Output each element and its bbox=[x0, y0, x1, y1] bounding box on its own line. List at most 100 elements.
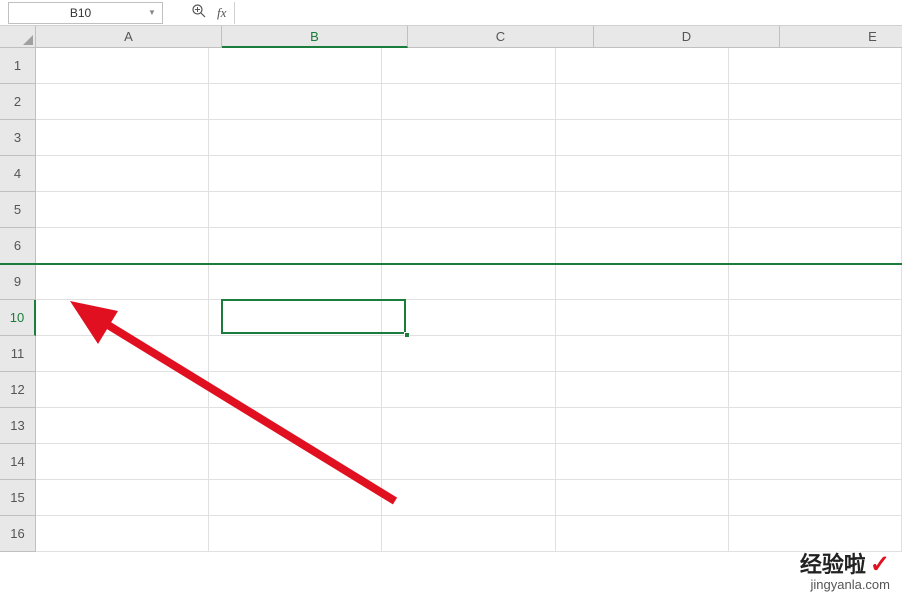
cell-C10[interactable] bbox=[382, 300, 555, 336]
cell-row bbox=[36, 516, 902, 552]
cell-B15[interactable] bbox=[209, 480, 382, 516]
column-header-B[interactable]: B bbox=[222, 26, 408, 48]
cell-B1[interactable] bbox=[209, 48, 382, 84]
row-header-11[interactable]: 11 bbox=[0, 336, 36, 372]
row-header-10[interactable]: 10 bbox=[0, 300, 36, 336]
cell-E10[interactable] bbox=[729, 300, 902, 336]
cell-A3[interactable] bbox=[36, 120, 209, 156]
cell-D12[interactable] bbox=[556, 372, 729, 408]
column-header-A[interactable]: A bbox=[36, 26, 222, 48]
row-header-16[interactable]: 16 bbox=[0, 516, 36, 552]
cell-B14[interactable] bbox=[209, 444, 382, 480]
row-header-15[interactable]: 15 bbox=[0, 480, 36, 516]
cell-A2[interactable] bbox=[36, 84, 209, 120]
cell-B2[interactable] bbox=[209, 84, 382, 120]
cell-A4[interactable] bbox=[36, 156, 209, 192]
cell-A14[interactable] bbox=[36, 444, 209, 480]
cell-C2[interactable] bbox=[382, 84, 555, 120]
cell-C4[interactable] bbox=[382, 156, 555, 192]
cell-D9[interactable] bbox=[556, 264, 729, 300]
cell-A1[interactable] bbox=[36, 48, 209, 84]
cell-D10[interactable] bbox=[556, 300, 729, 336]
cell-B3[interactable] bbox=[209, 120, 382, 156]
row-header-3[interactable]: 3 bbox=[0, 120, 36, 156]
row-header-13[interactable]: 13 bbox=[0, 408, 36, 444]
cell-A11[interactable] bbox=[36, 336, 209, 372]
cell-E3[interactable] bbox=[729, 120, 902, 156]
cell-B13[interactable] bbox=[209, 408, 382, 444]
cell-A13[interactable] bbox=[36, 408, 209, 444]
cell-D2[interactable] bbox=[556, 84, 729, 120]
name-box-value: B10 bbox=[13, 6, 148, 20]
cell-D16[interactable] bbox=[556, 516, 729, 552]
cell-D5[interactable] bbox=[556, 192, 729, 228]
cell-D4[interactable] bbox=[556, 156, 729, 192]
cells-area[interactable] bbox=[36, 48, 902, 602]
cell-C1[interactable] bbox=[382, 48, 555, 84]
name-box[interactable]: B10 ▼ bbox=[8, 2, 163, 24]
cell-E12[interactable] bbox=[729, 372, 902, 408]
cell-A15[interactable] bbox=[36, 480, 209, 516]
cell-B10[interactable] bbox=[209, 300, 382, 336]
column-header-D[interactable]: D bbox=[594, 26, 780, 48]
cell-B9[interactable] bbox=[209, 264, 382, 300]
fx-icon[interactable]: fx bbox=[217, 5, 226, 21]
cell-C13[interactable] bbox=[382, 408, 555, 444]
row-header-14[interactable]: 14 bbox=[0, 444, 36, 480]
cell-E13[interactable] bbox=[729, 408, 902, 444]
cell-C9[interactable] bbox=[382, 264, 555, 300]
cell-C6[interactable] bbox=[382, 228, 555, 264]
cell-A9[interactable] bbox=[36, 264, 209, 300]
cell-B5[interactable] bbox=[209, 192, 382, 228]
cell-D14[interactable] bbox=[556, 444, 729, 480]
cell-A10[interactable] bbox=[36, 300, 209, 336]
cell-C14[interactable] bbox=[382, 444, 555, 480]
cell-A5[interactable] bbox=[36, 192, 209, 228]
cell-D6[interactable] bbox=[556, 228, 729, 264]
cell-D15[interactable] bbox=[556, 480, 729, 516]
cell-E6[interactable] bbox=[729, 228, 902, 264]
formula-input[interactable] bbox=[234, 2, 902, 24]
cell-A6[interactable] bbox=[36, 228, 209, 264]
cell-C12[interactable] bbox=[382, 372, 555, 408]
row-header-6[interactable]: 6 bbox=[0, 228, 36, 264]
row-header-9[interactable]: 9 bbox=[0, 264, 36, 300]
cell-E2[interactable] bbox=[729, 84, 902, 120]
cell-C11[interactable] bbox=[382, 336, 555, 372]
cell-A16[interactable] bbox=[36, 516, 209, 552]
row-header-4[interactable]: 4 bbox=[0, 156, 36, 192]
cell-D13[interactable] bbox=[556, 408, 729, 444]
cell-E15[interactable] bbox=[729, 480, 902, 516]
cell-C5[interactable] bbox=[382, 192, 555, 228]
cell-C3[interactable] bbox=[382, 120, 555, 156]
cell-D11[interactable] bbox=[556, 336, 729, 372]
cell-B16[interactable] bbox=[209, 516, 382, 552]
cell-E5[interactable] bbox=[729, 192, 902, 228]
column-header-E[interactable]: E bbox=[780, 26, 902, 48]
cell-A12[interactable] bbox=[36, 372, 209, 408]
row-header-12[interactable]: 12 bbox=[0, 372, 36, 408]
cell-E9[interactable] bbox=[729, 264, 902, 300]
fill-handle[interactable] bbox=[404, 332, 410, 338]
column-header-C[interactable]: C bbox=[408, 26, 594, 48]
cell-B12[interactable] bbox=[209, 372, 382, 408]
formula-bar: B10 ▼ fx bbox=[0, 0, 902, 26]
cell-B11[interactable] bbox=[209, 336, 382, 372]
cell-B4[interactable] bbox=[209, 156, 382, 192]
row-header-1[interactable]: 1 bbox=[0, 48, 36, 84]
cell-E11[interactable] bbox=[729, 336, 902, 372]
cell-C16[interactable] bbox=[382, 516, 555, 552]
cell-B6[interactable] bbox=[209, 228, 382, 264]
cell-C15[interactable] bbox=[382, 480, 555, 516]
cell-E14[interactable] bbox=[729, 444, 902, 480]
cell-D3[interactable] bbox=[556, 120, 729, 156]
cell-D1[interactable] bbox=[556, 48, 729, 84]
select-all-corner[interactable] bbox=[0, 26, 36, 48]
cell-E1[interactable] bbox=[729, 48, 902, 84]
chevron-down-icon[interactable]: ▼ bbox=[148, 8, 158, 18]
row-header-5[interactable]: 5 bbox=[0, 192, 36, 228]
cell-E4[interactable] bbox=[729, 156, 902, 192]
cell-row bbox=[36, 408, 902, 444]
zoom-icon[interactable] bbox=[191, 3, 207, 22]
row-header-2[interactable]: 2 bbox=[0, 84, 36, 120]
